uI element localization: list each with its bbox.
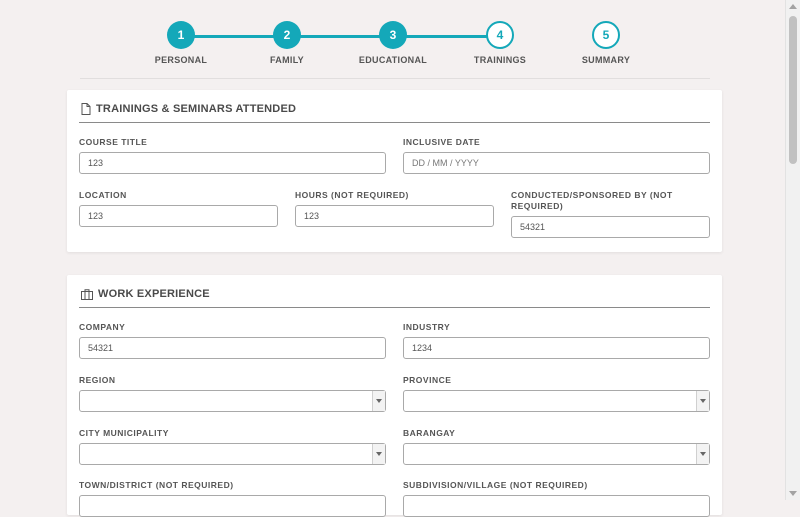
scroll-up-icon[interactable] xyxy=(789,4,797,9)
step-summary[interactable]: 5 SUMMARY xyxy=(546,21,666,65)
card-divider xyxy=(79,122,710,123)
inclusive-date-input[interactable]: DD / MM / YYYY xyxy=(403,152,710,174)
city-select[interactable] xyxy=(79,443,386,465)
hours-input[interactable]: 123 xyxy=(295,205,494,227)
step-family[interactable]: 2 FAMILY xyxy=(227,21,347,65)
chevron-down-icon xyxy=(696,391,709,411)
barangay-select[interactable] xyxy=(403,443,710,465)
location-label: LOCATION xyxy=(79,190,127,200)
card-title-text: TRAININGS & SEMINARS ATTENDED xyxy=(96,103,297,115)
city-label: CITY MUNICIPALITY xyxy=(79,428,169,438)
step-label: EDUCATIONAL xyxy=(358,55,428,65)
step-number: 1 xyxy=(167,21,195,49)
conducted-by-label: CONDUCTED/SPONSORED BY (NOT REQUIRED) xyxy=(511,190,673,211)
step-number: 3 xyxy=(379,21,407,49)
town-input[interactable] xyxy=(79,495,386,517)
work-experience-card: WORK EXPERIENCE COMPANY 54321 INDUSTRY 1… xyxy=(67,275,722,517)
step-label: SUMMARY xyxy=(581,55,631,65)
work-card-title: WORK EXPERIENCE xyxy=(81,288,210,300)
card-divider xyxy=(79,307,710,308)
chevron-down-icon xyxy=(372,444,385,464)
vertical-scrollbar[interactable] xyxy=(785,0,800,500)
step-label: PERSONAL xyxy=(154,55,208,65)
inclusive-date-label: INCLUSIVE DATE xyxy=(403,137,481,147)
scroll-down-icon[interactable] xyxy=(789,491,797,496)
progress-stepper: 1 PERSONAL 2 FAMILY 3 EDUCATIONAL 4 TRAI… xyxy=(0,0,786,80)
trainings-card-title: TRAININGS & SEMINARS ATTENDED xyxy=(81,103,296,115)
subdivision-input[interactable] xyxy=(403,495,710,517)
region-label: REGION xyxy=(79,375,116,385)
scrollbar-thumb[interactable] xyxy=(789,16,797,164)
industry-label: INDUSTRY xyxy=(403,322,451,332)
card-title-text: WORK EXPERIENCE xyxy=(98,288,210,300)
trainings-card: TRAININGS & SEMINARS ATTENDED COURSE TIT… xyxy=(67,90,722,252)
step-label: TRAININGS xyxy=(473,55,527,65)
step-label: FAMILY xyxy=(270,55,304,65)
briefcase-icon xyxy=(81,288,93,300)
step-educational[interactable]: 3 EDUCATIONAL xyxy=(333,21,453,65)
step-number: 4 xyxy=(486,21,514,49)
barangay-label: BARANGAY xyxy=(403,428,456,438)
province-select[interactable] xyxy=(403,390,710,412)
company-input[interactable]: 54321 xyxy=(79,337,386,359)
step-trainings[interactable]: 4 TRAININGS xyxy=(440,21,560,65)
chevron-down-icon xyxy=(696,444,709,464)
location-input[interactable]: 123 xyxy=(79,205,278,227)
hours-label: HOURS (NOT REQUIRED) xyxy=(295,190,409,200)
step-number: 5 xyxy=(592,21,620,49)
course-title-label: COURSE TITLE xyxy=(79,137,148,147)
conducted-by-input[interactable]: 54321 xyxy=(511,216,710,238)
subdivision-label: SUBDIVISION/VILLAGE (NOT REQUIRED) xyxy=(403,480,588,490)
header-divider xyxy=(80,78,710,79)
town-label: TOWN/DISTRICT (NOT REQUIRED) xyxy=(79,480,234,490)
course-title-input[interactable]: 123 xyxy=(79,152,386,174)
document-icon xyxy=(81,103,91,115)
step-personal[interactable]: 1 PERSONAL xyxy=(121,21,241,65)
province-label: PROVINCE xyxy=(403,375,452,385)
region-select[interactable] xyxy=(79,390,386,412)
company-label: COMPANY xyxy=(79,322,126,332)
industry-input[interactable]: 1234 xyxy=(403,337,710,359)
chevron-down-icon xyxy=(372,391,385,411)
step-number: 2 xyxy=(273,21,301,49)
